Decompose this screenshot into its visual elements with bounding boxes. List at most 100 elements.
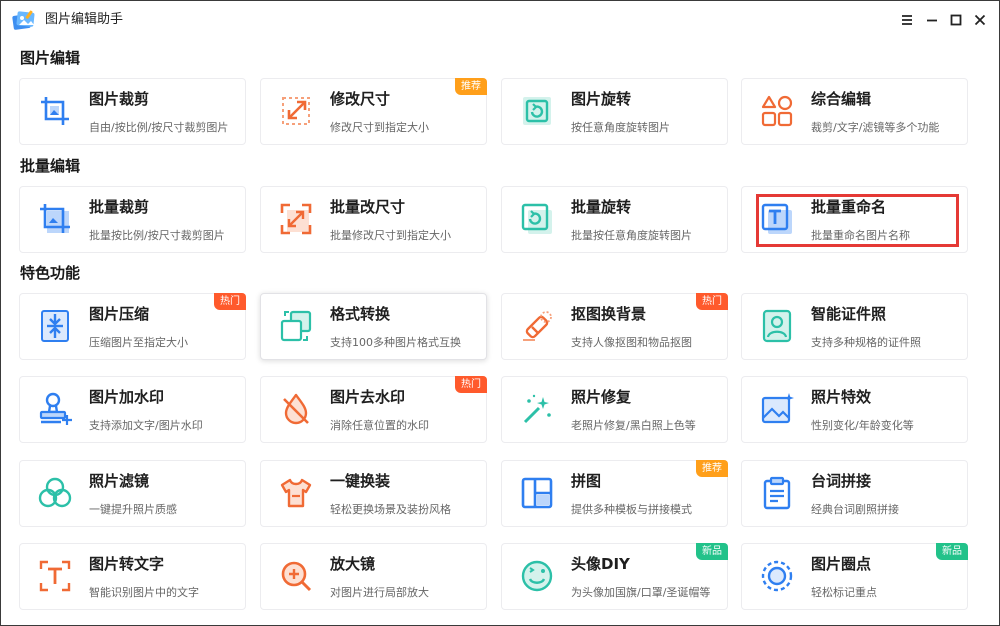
ocr-icon	[37, 558, 73, 594]
card-desc: 为头像加国旗/口罩/圣诞帽等	[571, 586, 711, 599]
rename-icon	[759, 201, 795, 237]
card-cutout-background[interactable]: 抠图换背景 支持人像抠图和物品抠图 热门	[501, 293, 728, 360]
card-desc: 支持多种规格的证件照	[811, 336, 921, 349]
card-desc: 批量按比例/按尺寸裁剪图片	[89, 229, 225, 242]
card-image-to-text[interactable]: 图片转文字 智能识别图片中的文字	[19, 543, 246, 610]
batch-rotate-icon	[519, 201, 555, 237]
card-name: 图片圈点	[811, 555, 872, 573]
card-name: 综合编辑	[811, 90, 872, 108]
card-desc: 经典台词剧照拼接	[811, 503, 899, 516]
card-name: 图片裁剪	[89, 90, 150, 108]
circle-mark-icon	[759, 558, 795, 594]
card-photo-repair[interactable]: 照片修复 老照片修复/黑白照上色等	[501, 376, 728, 443]
card-photo-effects[interactable]: 照片特效 性别变化/年龄变化等	[741, 376, 968, 443]
card-batch-crop[interactable]: 批量裁剪 批量按比例/按尺寸裁剪图片	[19, 186, 246, 253]
card-format-convert[interactable]: 格式转换 支持100多种图片格式互换	[260, 293, 487, 360]
card-name: 头像DIY	[571, 555, 630, 573]
card-name: 照片特效	[811, 388, 872, 406]
card-name: 图片加水印	[89, 388, 165, 406]
card-desc: 批量修改尺寸到指定大小	[330, 229, 451, 242]
close-button[interactable]	[969, 9, 991, 31]
card-collage[interactable]: 拼图 提供多种模板与拼接模式 推荐	[501, 460, 728, 527]
recommend-badge: 推荐	[696, 460, 728, 477]
drop-icon	[278, 391, 314, 427]
new-badge: 新品	[936, 543, 968, 560]
card-name: 修改尺寸	[330, 90, 391, 108]
card-name: 抠图换背景	[571, 305, 647, 323]
card-name: 放大镜	[330, 555, 376, 573]
rotate-icon	[519, 93, 555, 129]
card-name: 图片转文字	[89, 555, 165, 573]
card-rotate[interactable]: 图片旋转 按任意角度旋转图片	[501, 78, 728, 145]
menu-button[interactable]	[896, 9, 918, 31]
card-comprehensive-edit[interactable]: 综合编辑 裁剪/文字/滤镜等多个功能	[741, 78, 968, 145]
section-title-featured: 特色功能	[20, 264, 81, 282]
compress-icon	[37, 308, 73, 344]
app-title: 图片编辑助手	[45, 12, 124, 27]
minimize-button[interactable]	[921, 9, 943, 31]
card-resize[interactable]: 修改尺寸 修改尺寸到指定大小 推荐	[260, 78, 487, 145]
card-batch-resize[interactable]: 批量改尺寸 批量修改尺寸到指定大小	[260, 186, 487, 253]
id-photo-icon	[759, 308, 795, 344]
section-title-image-edit: 图片编辑	[20, 49, 81, 67]
card-desc: 支持100多种图片格式互换	[330, 336, 461, 349]
card-batch-rotate[interactable]: 批量旋转 批量按任意角度旋转图片	[501, 186, 728, 253]
card-image-crop[interactable]: 图片裁剪 自由/按比例/按尺寸裁剪图片	[19, 78, 246, 145]
card-desc: 提供多种模板与拼接模式	[571, 503, 692, 516]
magic-wand-icon	[519, 391, 555, 427]
card-outfit-change[interactable]: 一键换装 轻松更换场景及装扮风格	[260, 460, 487, 527]
card-name: 照片滤镜	[89, 472, 150, 490]
eraser-icon	[519, 308, 555, 344]
hot-badge: 热门	[214, 293, 246, 310]
menu-icon	[902, 15, 912, 25]
card-name: 图片旋转	[571, 90, 632, 108]
card-desc: 裁剪/文字/滤镜等多个功能	[811, 121, 940, 134]
card-photo-filter[interactable]: 照片滤镜 一键提升照片质感	[19, 460, 246, 527]
card-image-markup[interactable]: 图片圈点 轻松标记重点 新品	[741, 543, 968, 610]
stamp-icon	[37, 391, 73, 427]
card-name: 拼图	[571, 472, 602, 490]
hot-badge: 热门	[696, 293, 728, 310]
card-name: 批量改尺寸	[330, 198, 406, 216]
collage-icon	[519, 475, 555, 511]
hot-badge: 热门	[455, 376, 487, 393]
card-batch-rename[interactable]: 批量重命名 批量重命名图片名称	[741, 186, 968, 253]
card-name: 格式转换	[330, 305, 391, 323]
card-name: 台词拼接	[811, 472, 872, 490]
card-remove-watermark[interactable]: 图片去水印 消除任意位置的水印 热门	[260, 376, 487, 443]
maximize-button[interactable]	[945, 9, 967, 31]
card-desc: 自由/按比例/按尺寸裁剪图片	[89, 121, 229, 134]
card-magnifier[interactable]: 放大镜 对图片进行局部放大	[260, 543, 487, 610]
card-desc: 性别变化/年龄变化等	[811, 419, 914, 432]
card-name: 图片去水印	[330, 388, 406, 406]
card-desc: 一键提升照片质感	[89, 503, 177, 516]
card-desc: 压缩图片至指定大小	[89, 336, 188, 349]
card-desc: 老照片修复/黑白照上色等	[571, 419, 696, 432]
resize-icon	[278, 93, 314, 129]
batch-crop-icon	[37, 201, 73, 237]
card-avatar-diy[interactable]: 头像DIY 为头像加国旗/口罩/圣诞帽等 新品	[501, 543, 728, 610]
new-badge: 新品	[696, 543, 728, 560]
maximize-icon	[950, 14, 962, 26]
card-add-watermark[interactable]: 图片加水印 支持添加文字/图片水印	[19, 376, 246, 443]
convert-icon	[278, 308, 314, 344]
close-icon	[974, 14, 986, 26]
app-logo-icon	[11, 9, 37, 31]
card-line-stitch[interactable]: 台词拼接 经典台词剧照拼接	[741, 460, 968, 527]
card-name: 图片压缩	[89, 305, 150, 323]
card-desc: 批量按任意角度旋转图片	[571, 229, 692, 242]
card-desc: 按任意角度旋转图片	[571, 121, 670, 134]
filter-icon	[37, 475, 73, 511]
card-name: 批量重命名	[811, 198, 887, 216]
card-id-photo[interactable]: 智能证件照 支持多种规格的证件照	[741, 293, 968, 360]
card-compress[interactable]: 图片压缩 压缩图片至指定大小 热门	[19, 293, 246, 360]
card-name: 照片修复	[571, 388, 632, 406]
card-desc: 轻松标记重点	[811, 586, 877, 599]
card-desc: 支持人像抠图和物品抠图	[571, 336, 692, 349]
smiley-icon	[519, 558, 555, 594]
clipboard-icon	[759, 475, 795, 511]
image-effect-icon	[759, 391, 795, 427]
card-name: 批量裁剪	[89, 198, 150, 216]
section-title-batch-edit: 批量编辑	[20, 157, 81, 175]
minimize-icon	[927, 19, 937, 22]
